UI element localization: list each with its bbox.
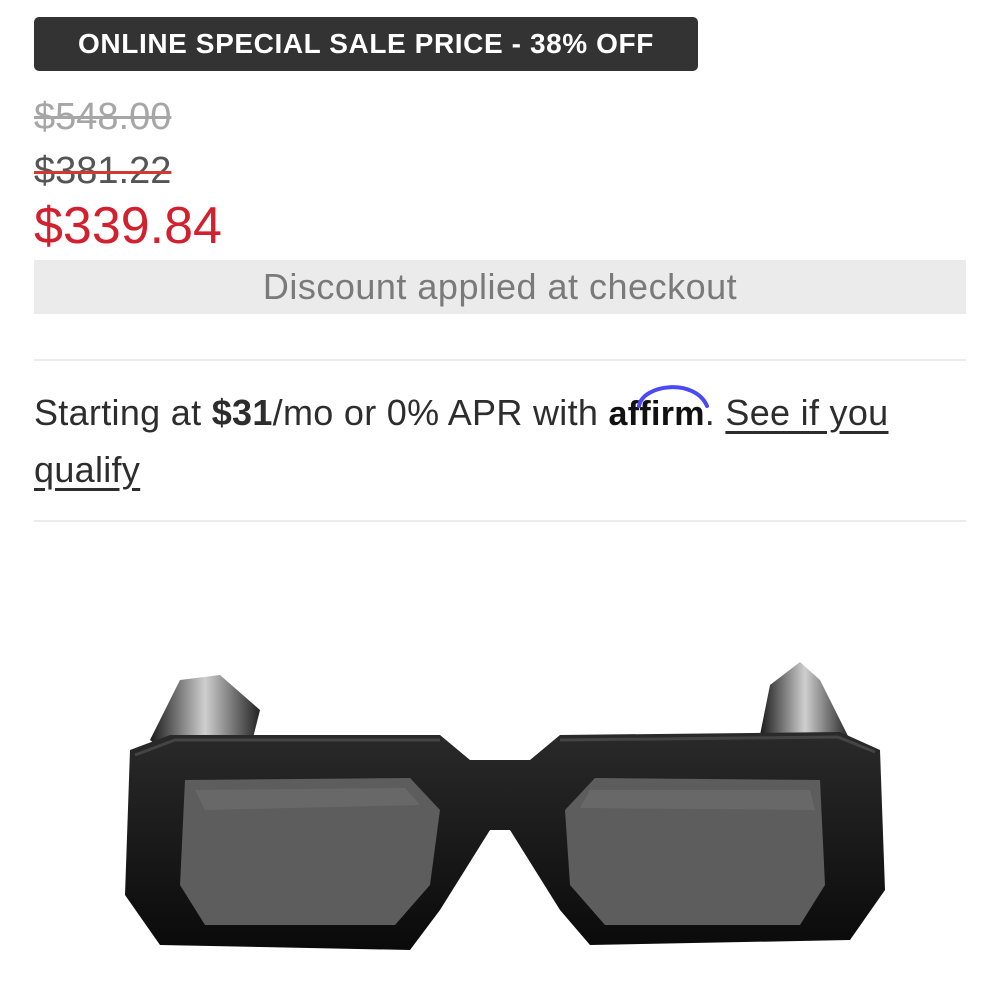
product-price-panel: ONLINE SPECIAL SALE PRICE - 38% OFF $548…	[0, 0, 1000, 1000]
financing-prefix: Starting at	[34, 392, 212, 433]
sale-price: $339.84	[34, 197, 222, 255]
affirm-financing-message: Starting at $31/mo or 0% APR with affirm…	[34, 385, 966, 498]
sunglasses-image	[125, 662, 885, 950]
financing-middle: /mo or 0% APR with	[272, 392, 609, 433]
divider	[34, 359, 966, 361]
affirm-arc-icon	[636, 385, 709, 408]
monthly-amount: $31	[211, 392, 273, 433]
affirm-logo: affirm	[609, 385, 709, 442]
sale-badge: ONLINE SPECIAL SALE PRICE - 38% OFF	[34, 17, 698, 71]
previous-price: $381.22	[34, 150, 172, 192]
divider	[34, 520, 966, 522]
discount-note: Discount applied at checkout	[34, 260, 966, 314]
original-price: $548.00	[34, 96, 172, 138]
